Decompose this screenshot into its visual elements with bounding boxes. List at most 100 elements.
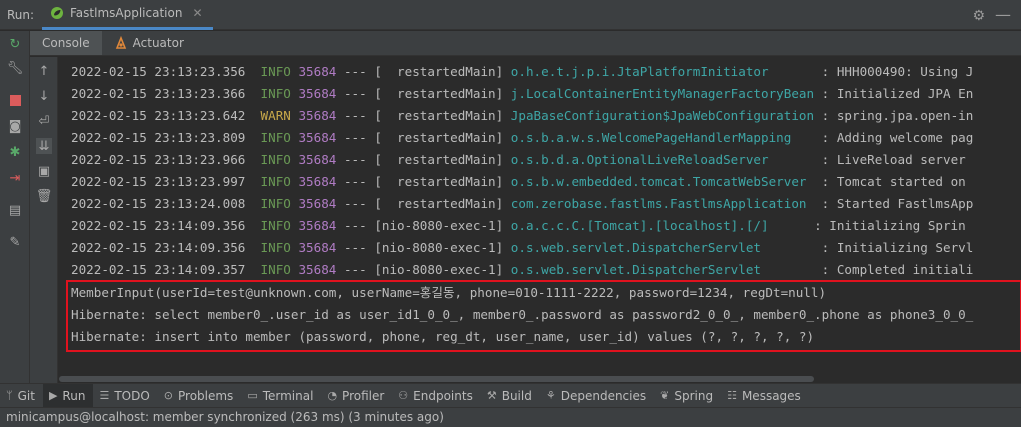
- log-pid: 35684: [290, 64, 337, 79]
- log-line: 2022-02-15 23:14:09.357 INFO 35684 --- […: [71, 259, 973, 281]
- log-logger: o.s.b.w.embedded.tomcat.TomcatWebServer: [510, 174, 815, 189]
- console-actions-toolbar: ↑ ↓ ⏎ ⇊ ▣ 🗑︎: [30, 57, 58, 383]
- profiler-icon: ◔: [327, 389, 338, 402]
- log-message: : Initialized JPA En: [814, 86, 974, 101]
- tool-window-todo[interactable]: ☰ TODO: [93, 384, 157, 408]
- log-thread: [ restartedMain]: [374, 152, 511, 167]
- exit-icon[interactable]: ⇥: [6, 169, 24, 187]
- log-level: INFO: [245, 152, 291, 167]
- log-pid: 35684: [290, 262, 337, 277]
- git-icon: ᛘ: [6, 389, 13, 402]
- tool-window-run[interactable]: ▶ Run: [42, 383, 94, 408]
- log-level: INFO: [245, 64, 291, 79]
- log-message: : LiveReload server: [814, 152, 966, 167]
- log-timestamp: 2022-02-15 23:13:23.997: [71, 174, 246, 189]
- log-timestamp: 2022-02-15 23:13:23.356: [71, 64, 246, 79]
- red-highlight-annotation: [66, 280, 1021, 352]
- tool-window-problems[interactable]: ⊙ Problems: [158, 384, 242, 408]
- log-pid: 35684: [290, 130, 337, 145]
- pin-icon[interactable]: ✎: [6, 233, 24, 251]
- tool-window-label: Run: [62, 388, 86, 403]
- log-message: : spring.jpa.open-in: [814, 108, 974, 123]
- log-line: 2022-02-15 23:14:09.356 INFO 35684 --- […: [71, 237, 973, 259]
- log-logger: o.h.e.t.j.p.i.JtaPlatformInitiator: [510, 64, 815, 79]
- hide-panel-icon[interactable]: —: [995, 5, 1011, 24]
- log-separator: ---: [336, 196, 375, 211]
- log-logger: JpaBaseConfiguration$JpaWebConfiguration: [510, 108, 815, 123]
- log-timestamp: 2022-02-15 23:14:09.356: [71, 218, 246, 233]
- endpoints-icon: ⚇: [398, 389, 409, 402]
- tool-window-endpoints[interactable]: ⚇ Endpoints: [392, 384, 481, 408]
- log-separator: ---: [336, 130, 375, 145]
- log-separator: ---: [336, 86, 375, 101]
- stop-icon[interactable]: [6, 91, 24, 109]
- spring-boot-icon: [51, 7, 63, 19]
- print-icon[interactable]: ▣: [36, 163, 52, 179]
- debug-bug-icon[interactable]: ✱: [6, 143, 24, 161]
- console-tabs: Console Actuator: [30, 31, 1021, 56]
- log-logger: o.s.web.servlet.DispatcherServlet: [510, 240, 815, 255]
- tool-window-dependencies[interactable]: ⚘ Dependencies: [540, 384, 654, 408]
- scroll-down-arrow-icon[interactable]: ↓: [36, 88, 52, 104]
- log-line: 2022-02-15 23:13:24.008 INFO 35684 --- […: [71, 193, 973, 215]
- log-separator: ---: [336, 108, 375, 123]
- settings-gear-icon[interactable]: ⚙: [972, 8, 985, 24]
- log-message: : Completed initiali: [814, 262, 974, 277]
- log-message: : Adding welcome pag: [814, 130, 974, 145]
- log-pid: 35684: [290, 108, 337, 123]
- log-thread: [ restartedMain]: [374, 108, 511, 123]
- tool-window-label: Profiler: [342, 388, 385, 403]
- log-level: INFO: [245, 130, 291, 145]
- tab-console-label: Console: [42, 36, 90, 50]
- rerun-icon[interactable]: ↻: [6, 35, 24, 53]
- problems-icon: ⊙: [163, 389, 173, 402]
- clear-all-trash-icon[interactable]: 🗑︎: [36, 188, 53, 204]
- log-level: WARN: [245, 108, 291, 123]
- log-separator: ---: [336, 64, 375, 79]
- tool-window-label: Messages: [741, 388, 801, 403]
- log-pid: 35684: [290, 174, 337, 189]
- log-separator: ---: [336, 262, 375, 277]
- log-logger: o.s.b.a.w.s.WelcomePageHandlerMapping: [510, 130, 815, 145]
- camera-dump-icon[interactable]: ◙: [6, 117, 24, 135]
- tool-window-profiler[interactable]: ◔ Profiler: [321, 384, 392, 408]
- log-logger: o.s.b.d.a.OptionalLiveReloadServer: [510, 152, 815, 167]
- todo-icon: ☰: [99, 389, 110, 402]
- tool-window-terminal[interactable]: ▭ Terminal: [241, 384, 321, 408]
- tab-console[interactable]: Console: [30, 31, 102, 55]
- scroll-to-end-icon[interactable]: ⇊: [36, 138, 52, 154]
- tool-window-build[interactable]: ⚒ Build: [481, 384, 540, 408]
- close-tab-icon[interactable]: ✕: [192, 6, 202, 20]
- status-text: minicampus@localhost: member synchronize…: [6, 410, 444, 424]
- log-pid: 35684: [290, 86, 337, 101]
- soft-wrap-icon[interactable]: ⏎: [36, 113, 52, 129]
- build-icon: ⚒: [486, 389, 497, 402]
- modify-config-wrench-icon[interactable]: 🔧︎: [6, 59, 24, 77]
- log-thread: [ restartedMain]: [374, 86, 511, 101]
- tool-window-bar: ᛘ Git ▶ Run ☰ TODO ⊙ Problems ▭ Terminal ◔ Profiler…: [0, 383, 1021, 408]
- log-pid: 35684: [290, 240, 337, 255]
- horizontal-scrollbar[interactable]: [59, 376, 814, 382]
- console-output[interactable]: 2022-02-15 23:13:23.356 INFO 35684 --- […: [59, 57, 1021, 383]
- tool-window-label: Spring: [674, 388, 714, 403]
- actuator-icon: [115, 36, 126, 49]
- tool-window-messages[interactable]: ☷ Messages: [721, 384, 809, 408]
- log-level: INFO: [245, 218, 291, 233]
- tool-window-git[interactable]: ᛘ Git: [0, 384, 43, 408]
- log-line: 2022-02-15 23:13:23.966 INFO 35684 --- […: [71, 149, 966, 171]
- log-thread: [nio-8080-exec-1]: [374, 262, 511, 277]
- tool-window-label: Endpoints: [413, 388, 473, 403]
- tab-actuator[interactable]: Actuator: [102, 31, 196, 55]
- scroll-up-arrow-icon[interactable]: ↑: [36, 63, 52, 79]
- log-level: INFO: [245, 174, 291, 189]
- log-timestamp: 2022-02-15 23:13:23.809: [71, 130, 246, 145]
- log-thread: [nio-8080-exec-1]: [374, 218, 511, 233]
- log-message: : Started FastlmsApp: [814, 196, 974, 211]
- log-line: 2022-02-15 23:13:23.997 INFO 35684 --- […: [71, 171, 966, 193]
- log-line: 2022-02-15 23:13:23.356 INFO 35684 --- […: [71, 61, 973, 83]
- log-logger: j.LocalContainerEntityManagerFactoryBean: [510, 86, 815, 101]
- run-config-tab[interactable]: FastlmsApplication ✕: [42, 0, 213, 30]
- tool-window-spring[interactable]: ❦ Spring: [654, 384, 721, 408]
- layout-icon[interactable]: ▤: [6, 201, 24, 219]
- run-icon: ▶: [48, 389, 58, 402]
